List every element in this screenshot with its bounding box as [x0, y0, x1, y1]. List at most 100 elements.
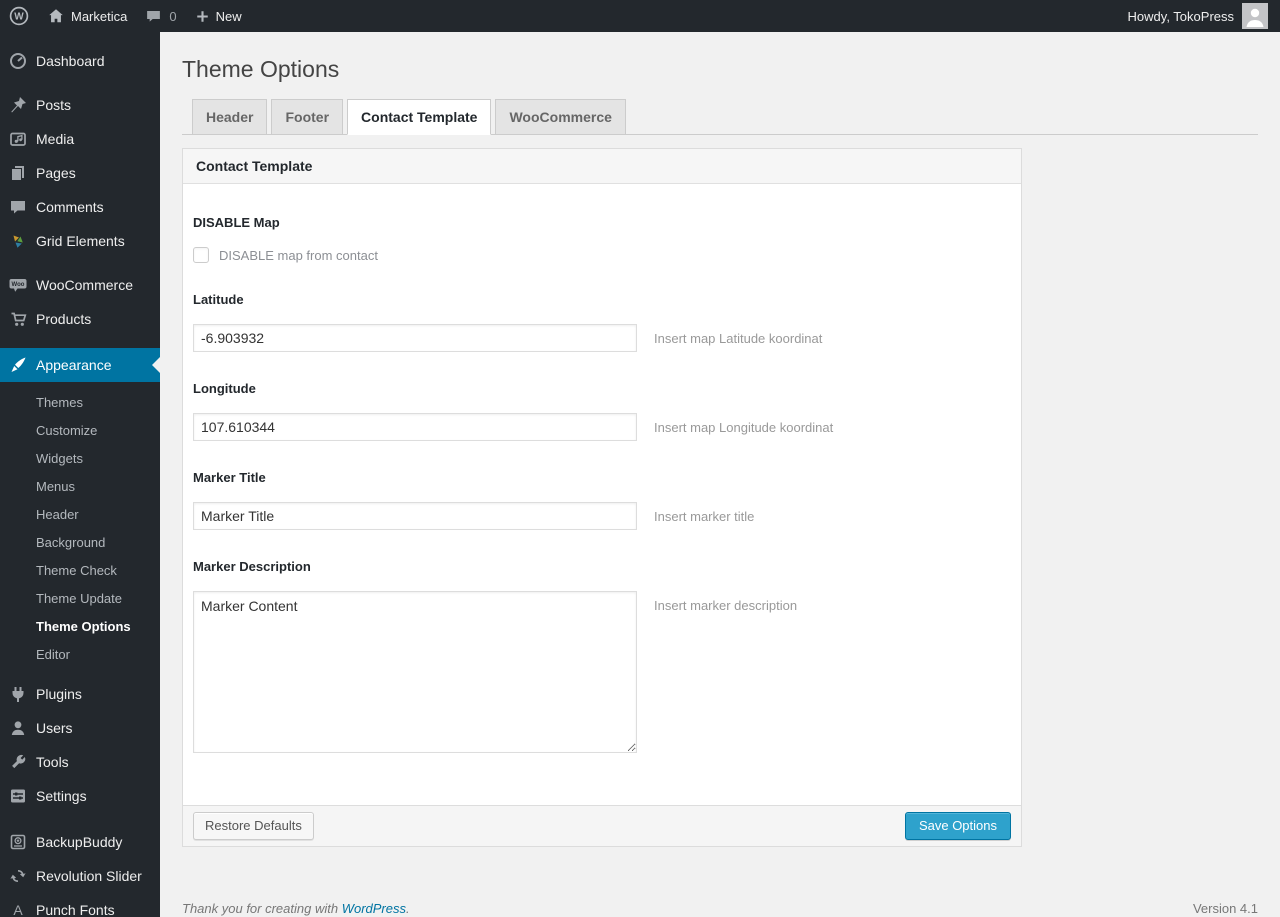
- settings-sliders-icon: [0, 786, 36, 806]
- appearance-submenu: Themes Customize Widgets Menus Header Ba…: [0, 382, 160, 677]
- comment-bubble-icon: [147, 10, 161, 22]
- restore-defaults-button[interactable]: Restore Defaults: [193, 812, 314, 840]
- disable-map-checkbox[interactable]: [193, 247, 209, 263]
- media-icon: [0, 129, 36, 149]
- tab-footer[interactable]: Footer: [271, 99, 344, 135]
- woocommerce-icon: Woo: [0, 275, 36, 295]
- latitude-label: Latitude: [193, 292, 244, 307]
- sidebar-item-products[interactable]: Products: [0, 302, 160, 336]
- field-longitude: Longitude Insert map Longitude koordinat: [193, 381, 1009, 441]
- version-label: Version 4.1: [1192, 901, 1258, 916]
- appearance-brush-icon: [0, 355, 36, 375]
- marker-title-input[interactable]: [193, 502, 637, 530]
- user-icon: [0, 718, 36, 738]
- admin-bar-left: W Marketica 0 New: [0, 0, 251, 32]
- longitude-hint: Insert map Longitude koordinat: [654, 420, 834, 435]
- sidebar-item-backupbuddy[interactable]: BackupBuddy: [0, 825, 160, 859]
- comments-bubble-button[interactable]: 0: [136, 0, 185, 32]
- submenu-item-header[interactable]: Header: [0, 501, 160, 529]
- wordpress-link[interactable]: WordPress: [342, 901, 406, 916]
- sidebar-item-tools[interactable]: Tools: [0, 745, 160, 779]
- submenu-item-widgets[interactable]: Widgets: [0, 445, 160, 473]
- new-content-button[interactable]: New: [186, 0, 251, 32]
- site-name-label: Marketica: [71, 8, 128, 24]
- avatar-person-icon: [1242, 3, 1268, 29]
- field-latitude: Latitude Insert map Latitude koordinat: [193, 292, 1009, 352]
- sidebar-item-media[interactable]: Media: [0, 122, 160, 156]
- svg-text:Woo: Woo: [12, 282, 25, 288]
- page-footer: Thank you for creating with WordPress. V…: [182, 901, 1258, 916]
- site-name-button[interactable]: Marketica: [38, 0, 136, 32]
- howdy-account-link[interactable]: Howdy, TokoPress: [1128, 9, 1234, 24]
- sidebar-item-comments[interactable]: Comments: [0, 190, 160, 224]
- page-title: Theme Options: [182, 56, 340, 82]
- submenu-item-themes[interactable]: Themes: [0, 389, 160, 417]
- marker-description-hint: Insert marker description: [654, 598, 798, 613]
- tab-woocommerce[interactable]: WooCommerce: [495, 99, 626, 135]
- wrench-icon: [0, 752, 36, 772]
- field-marker-description: Marker Description Marker Content Insert…: [193, 559, 1009, 753]
- longitude-label: Longitude: [193, 381, 256, 396]
- submenu-item-menus[interactable]: Menus: [0, 473, 160, 501]
- page-frame: Dashboard Posts Media Pages Comments Gri…: [0, 32, 1280, 917]
- sidebar-item-grid-elements[interactable]: Grid Elements: [0, 224, 160, 258]
- longitude-input[interactable]: [193, 413, 637, 441]
- contact-template-panel: Contact Template DISABLE Map DISABLE map…: [182, 148, 1022, 847]
- submenu-item-theme-options[interactable]: Theme Options: [0, 613, 160, 641]
- svg-text:A: A: [13, 902, 23, 917]
- admin-sidebar: Dashboard Posts Media Pages Comments Gri…: [0, 32, 160, 917]
- panel-body: DISABLE Map DISABLE map from contact Lat…: [183, 184, 1021, 805]
- comments-count: 0: [169, 8, 177, 24]
- pushpin-icon: [0, 95, 36, 115]
- cart-icon: [0, 309, 36, 329]
- sidebar-item-punch-fonts[interactable]: A Punch Fonts: [0, 893, 160, 917]
- svg-text:W: W: [14, 12, 24, 23]
- sidebar-item-woocommerce[interactable]: Woo WooCommerce: [0, 268, 160, 302]
- comments-icon: [0, 197, 36, 217]
- sidebar-item-posts[interactable]: Posts: [0, 88, 160, 122]
- disable-map-checkbox-label: DISABLE map from contact: [219, 247, 378, 263]
- footer-thanks-text: Thank you for creating with WordPress.: [182, 901, 410, 916]
- marker-description-textarea[interactable]: Marker Content: [193, 591, 637, 753]
- new-label: New: [215, 8, 242, 24]
- sidebar-item-pages[interactable]: Pages: [0, 156, 160, 190]
- letter-a-icon: A: [0, 900, 36, 917]
- panel-title: Contact Template: [183, 149, 1021, 184]
- main-content: Theme Options Header Footer Contact Temp…: [160, 32, 1280, 917]
- tab-bar: Header Footer Contact Template WooCommer…: [182, 99, 1258, 135]
- submenu-item-theme-check[interactable]: Theme Check: [0, 557, 160, 585]
- marker-title-label: Marker Title: [193, 470, 266, 485]
- plugin-icon: [0, 684, 36, 704]
- panel-footer: Restore Defaults Save Options: [183, 805, 1021, 846]
- home-icon: [49, 9, 63, 23]
- wordpress-logo-button[interactable]: W: [0, 0, 38, 32]
- submenu-item-customize[interactable]: Customize: [0, 417, 160, 445]
- field-marker-title: Marker Title Insert marker title: [193, 470, 1009, 530]
- save-options-button[interactable]: Save Options: [904, 812, 1011, 840]
- submenu-item-background[interactable]: Background: [0, 529, 160, 557]
- sidebar-item-plugins[interactable]: Plugins: [0, 677, 160, 711]
- marker-title-hint: Insert marker title: [654, 509, 755, 524]
- disable-map-label: DISABLE Map: [193, 215, 280, 230]
- admin-bar: W Marketica 0 New Howdy, TokoPress: [0, 0, 1280, 32]
- sidebar-item-appearance[interactable]: Appearance: [0, 348, 160, 382]
- backup-drive-icon: [0, 832, 36, 852]
- field-disable-map: DISABLE Map DISABLE map from contact: [193, 215, 1009, 263]
- submenu-item-theme-update[interactable]: Theme Update: [0, 585, 160, 613]
- sidebar-item-users[interactable]: Users: [0, 711, 160, 745]
- latitude-input[interactable]: [193, 324, 637, 352]
- plus-icon: [196, 10, 208, 22]
- dashboard-icon: [0, 51, 36, 71]
- cycle-arrows-icon: [0, 866, 36, 886]
- tab-contact-template[interactable]: Contact Template: [347, 99, 492, 135]
- user-avatar[interactable]: [1242, 3, 1268, 29]
- submenu-item-editor[interactable]: Editor: [0, 641, 160, 669]
- tab-header[interactable]: Header: [192, 99, 268, 135]
- marker-description-label: Marker Description: [193, 559, 311, 574]
- wordpress-logo-icon: W: [9, 6, 29, 26]
- sidebar-item-settings[interactable]: Settings: [0, 779, 160, 813]
- pages-icon: [0, 163, 36, 183]
- sidebar-item-revolution-slider[interactable]: Revolution Slider: [0, 859, 160, 893]
- grid-elements-icon: [0, 231, 36, 251]
- sidebar-item-dashboard[interactable]: Dashboard: [0, 44, 160, 78]
